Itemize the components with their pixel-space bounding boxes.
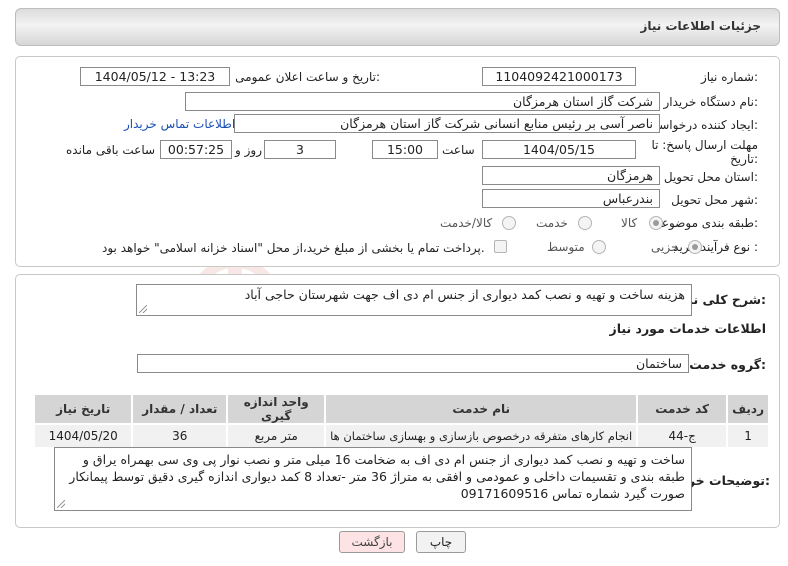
summary-field: هزینه ساخت و تهیه و نصب کمد دیواری از جن… <box>136 284 692 316</box>
province-field: هرمزگان <box>482 166 660 185</box>
deadline-time-label: ساعت <box>442 143 475 157</box>
cell-row: 1 <box>726 423 770 449</box>
creator-label: ایجاد کننده درخواست: <box>647 118 758 132</box>
category-service-radio[interactable] <box>578 216 592 230</box>
remaining-time-label: ساعت باقی مانده <box>66 143 156 157</box>
cell-unit: متر مربع <box>226 423 327 449</box>
days-field: 3 <box>264 140 336 159</box>
treasury-payment-checkbox[interactable] <box>494 240 507 253</box>
deadline-label-line2: تاریخ: <box>730 152 758 166</box>
back-button[interactable]: بازگشت <box>339 531 405 553</box>
process-small-label: جزیی <box>651 240 679 254</box>
service-group-label: گروه خدمت: <box>689 357 766 372</box>
need-number-field: 1104092421000173 <box>482 67 636 86</box>
table-row: 1404/05/20 36 متر مربع انجام کارهای متفر… <box>32 423 770 449</box>
category-goods-service-label: کالا/خدمت <box>440 216 493 230</box>
process-small-radio[interactable] <box>688 240 702 254</box>
resize-grip-icon[interactable] <box>139 305 147 313</box>
city-label: شهر محل تحویل: <box>671 193 758 207</box>
cell-need-date: 1404/05/20 <box>32 423 134 449</box>
print-button[interactable]: چاپ <box>416 531 466 553</box>
category-goods-label: کالا <box>621 216 638 230</box>
services-section-title: اطلاعات خدمات مورد نیاز <box>609 321 767 336</box>
city-field: بندرعباس <box>482 189 660 208</box>
announce-field: 1404/05/12 - 13:23 <box>80 67 230 86</box>
need-number-label: شماره نیاز: <box>700 70 758 84</box>
announce-label: تاریخ و ساعت اعلان عمومی: <box>235 70 380 84</box>
service-group-field: ساختمان <box>137 354 689 373</box>
process-medium-label: متوسط <box>547 240 585 254</box>
deadline-label-line1: مهلت ارسال پاسخ: تا <box>651 138 758 152</box>
category-label: طبقه بندی موضوعی: <box>651 216 758 230</box>
header-panel: جزئیات اطلاعات نیاز <box>15 8 780 46</box>
province-label: استان محل تحویل: <box>663 170 758 184</box>
treasury-payment-note: پرداخت تمام یا بخشی از مبلغ خرید،از محل … <box>102 241 485 255</box>
col-need-date: تاریخ نیاز <box>32 393 134 425</box>
process-label: نوع فرآیند خرید : <box>673 240 758 254</box>
table-header-row: تاریخ نیاز تعداد / مقدار واحد اندازه گیر… <box>32 393 770 425</box>
col-service-name: نام خدمت <box>324 393 639 425</box>
creator-field: ناصر آسی بر رئیس منابع انسانی شرکت گاز ا… <box>234 114 660 133</box>
col-service-code: کد خدمت <box>636 393 729 425</box>
summary-text: هزینه ساخت و تهیه و نصب کمد دیواری از جن… <box>244 287 685 302</box>
process-medium-radio[interactable] <box>592 240 606 254</box>
page-title: جزئیات اطلاعات نیاز <box>640 19 761 33</box>
category-service-label: خدمت <box>536 216 568 230</box>
need-info-frame <box>15 56 780 267</box>
category-goods-service-radio[interactable] <box>502 216 516 230</box>
col-quantity: تعداد / مقدار <box>131 393 229 425</box>
category-goods-radio[interactable] <box>649 216 663 230</box>
buyer-notes-text: ساخت و تهیه و نصب کمد دیواری از جنس ام د… <box>69 452 685 501</box>
services-table: تاریخ نیاز تعداد / مقدار واحد اندازه گیر… <box>32 393 770 449</box>
remaining-time-field: 00:57:25 <box>160 140 232 159</box>
buyer-org-label: نام دستگاه خریدار: <box>663 95 759 109</box>
cell-service-code: ج-44 <box>636 423 729 449</box>
col-row: ردیف <box>726 393 770 425</box>
deadline-time-field: 15:00 <box>372 140 438 159</box>
deadline-date-field: 1404/05/15 <box>482 140 636 159</box>
buyer-org-field: شرکت گاز استان هرمزگان <box>185 92 660 111</box>
cell-service-name: انجام کارهای متفرقه درخصوص بازسازی و بهس… <box>324 423 639 449</box>
buyer-contact-link[interactable]: اطلاعات تماس خریدار <box>124 117 235 131</box>
resize-grip-icon[interactable] <box>57 500 65 508</box>
buyer-notes-field: ساخت و تهیه و نصب کمد دیواری از جنس ام د… <box>54 447 692 511</box>
days-label: روز و <box>235 143 262 157</box>
cell-quantity: 36 <box>131 423 229 449</box>
col-unit: واحد اندازه گیری <box>226 393 327 425</box>
